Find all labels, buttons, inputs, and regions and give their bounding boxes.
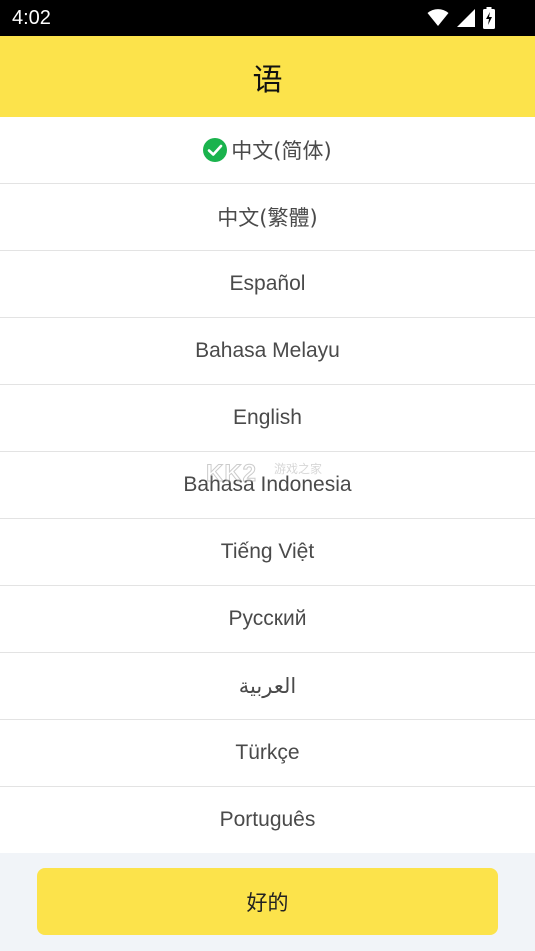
- language-label: Bahasa Indonesia: [183, 473, 352, 496]
- check-circle-icon: [203, 138, 228, 162]
- language-label: Español: [229, 272, 306, 295]
- language-list: 中文(简体) 中文(繁體) Español Bahasa Melayu Engl…: [0, 117, 535, 854]
- status-icons: [427, 7, 495, 29]
- cellular-signal-icon: [457, 9, 475, 27]
- language-option-en[interactable]: English: [0, 385, 535, 452]
- language-option-es[interactable]: Español: [0, 251, 535, 318]
- language-label: English: [233, 406, 302, 429]
- language-label: Türkçe: [235, 741, 300, 764]
- language-option-vi[interactable]: Tiếng Việt: [0, 519, 535, 586]
- language-option-zh-hant[interactable]: 中文(繁體): [0, 184, 535, 251]
- language-option-ru[interactable]: Русский: [0, 586, 535, 653]
- language-option-pt[interactable]: Português: [0, 787, 535, 854]
- language-option-tr[interactable]: Türkçe: [0, 720, 535, 787]
- language-label: Português: [219, 808, 316, 831]
- language-label: Русский: [228, 607, 307, 630]
- language-label: 中文(简体): [231, 139, 332, 163]
- page-header: 语: [0, 36, 535, 117]
- battery-charging-icon: [483, 7, 495, 29]
- language-option-ar[interactable]: العربية: [0, 653, 535, 720]
- language-label: العربية: [238, 674, 297, 698]
- language-option-zh-hans[interactable]: 中文(简体): [0, 117, 535, 184]
- footer: 好的: [0, 853, 535, 951]
- status-bar: 4:02: [0, 0, 535, 36]
- status-time: 4:02: [12, 7, 51, 29]
- wifi-icon: [427, 9, 449, 27]
- language-option-id[interactable]: Bahasa Indonesia: [0, 452, 535, 519]
- language-label: Tiếng Việt: [220, 540, 315, 563]
- ok-button[interactable]: 好的: [37, 868, 498, 935]
- language-label: Bahasa Melayu: [195, 339, 340, 362]
- page-title: 语: [252, 62, 283, 98]
- language-label: 中文(繁體): [217, 206, 318, 230]
- language-option-ms[interactable]: Bahasa Melayu: [0, 318, 535, 385]
